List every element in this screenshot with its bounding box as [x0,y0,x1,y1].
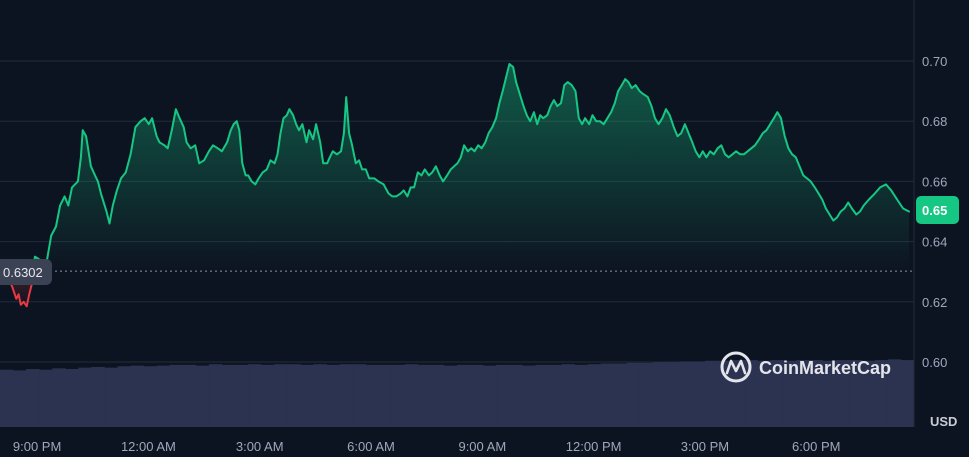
y-tick-label: 0.66 [922,174,947,189]
volume-bar [13,370,27,427]
volume-bar [91,366,105,427]
volume-bar [692,361,706,427]
watermark-text: CoinMarketCap [759,358,891,378]
volume-bar [221,364,236,427]
volume-bar [483,365,497,427]
volume-bar [417,364,432,427]
volume-bar [652,362,667,427]
volume-bar [274,364,288,427]
x-tick-label: 3:00 AM [236,439,284,454]
volume-bar [587,364,602,427]
volume-bar [26,369,40,427]
reference-price-badge: 0.6302 [0,259,52,285]
current-price-label: 0.65 [922,203,947,218]
volume-bar [639,362,654,427]
volume-bar [365,364,380,427]
volume-bar [52,368,66,427]
volume-bar [208,364,223,427]
y-tick-label: 0.70 [922,54,947,69]
volume-bar [0,369,14,427]
volume-bar [496,364,510,427]
volume-bar [613,363,628,427]
y-tick-label: 0.68 [922,114,947,129]
volume-bar [300,364,314,427]
volume-bar [457,364,471,427]
price-area-above [43,64,909,272]
volume-bar [574,364,588,427]
volume-bar [261,364,275,427]
volume-bar [235,364,249,427]
volume-bar [470,364,484,427]
volume-bar [522,365,536,427]
currency-unit-label: USD [930,414,957,429]
x-tick-label: 12:00 AM [121,439,176,454]
volume-bar [352,364,366,427]
price-chart: 0.60 0.62 0.64 0.66 0.68 0.70 9:00 PM 12:00 AM… [0,0,959,454]
x-tick-label: 6:00 AM [347,439,395,454]
volume-bar [130,365,145,427]
price-area [0,64,909,307]
y-tick-label: 0.62 [922,295,947,310]
volume-bar [65,369,79,427]
volume-bar [443,365,458,427]
y-tick-label: 0.64 [922,235,947,250]
x-tick-label: 3:00 PM [681,439,729,454]
volume-bar [39,369,53,427]
x-axis-ticks: 9:00 PM 12:00 AM 3:00 AM 6:00 AM 9:00 AM 12:0… [13,439,841,454]
x-tick-label: 12:00 PM [566,439,622,454]
volume-bar [195,365,210,427]
volume-bar [391,364,406,427]
volume-bar [678,361,693,427]
volume-bar [287,364,301,427]
volume-bar [326,364,340,427]
volume-bar [313,364,327,427]
volume-bar [182,364,197,427]
x-tick-label: 6:00 PM [792,439,840,454]
x-tick-label: 9:00 PM [13,439,61,454]
volume-bar [430,364,445,427]
volume-bar [600,363,615,427]
volume-bar [509,364,523,427]
x-tick-label: 9:00 AM [458,439,506,454]
volume-bar [718,360,732,427]
volume-bar [665,362,680,427]
volume-bar [169,364,184,427]
volume-bar [731,360,745,427]
volume-bar [404,364,419,427]
reference-price-label: 0.6302 [3,265,43,280]
volume-bar [78,367,92,427]
volume-bar [626,362,641,427]
volume-bar [705,360,719,427]
volume-bar [378,364,393,427]
volume-bar [248,364,262,427]
volume-bar [117,366,131,427]
volume-bar [561,364,575,427]
current-price-badge: 0.65 [916,196,959,224]
volume-bar [143,366,158,427]
volume-bar [900,360,915,427]
volume-bar [339,364,353,427]
volume-bar [535,364,549,427]
volume-bar [104,367,118,427]
volume-bar [548,364,562,427]
volume-bar [156,365,171,427]
y-tick-label: 0.60 [922,355,947,370]
